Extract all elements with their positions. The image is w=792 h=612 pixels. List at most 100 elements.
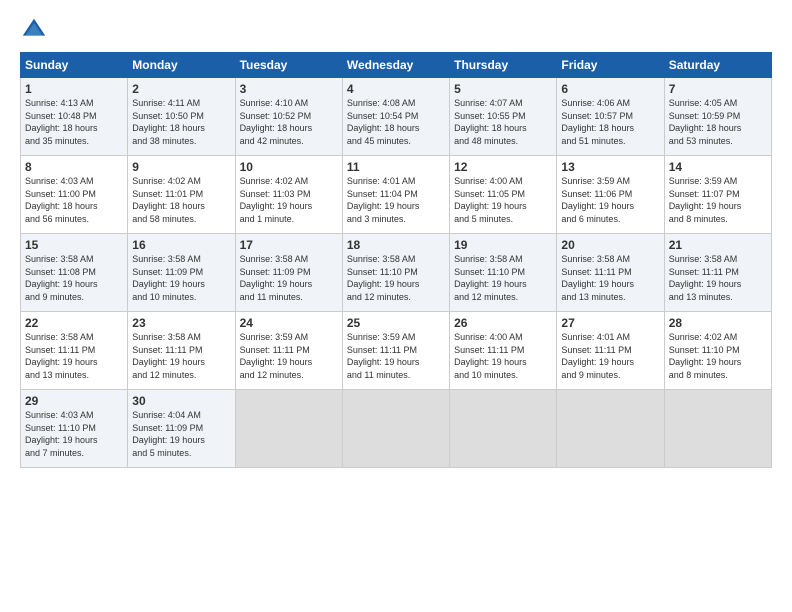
day-number: 21 — [669, 238, 767, 252]
calendar-cell: 16Sunrise: 3:58 AM Sunset: 11:09 PM Dayl… — [128, 234, 235, 312]
week-row-5: 29Sunrise: 4:03 AM Sunset: 11:10 PM Dayl… — [21, 390, 772, 468]
calendar-cell: 25Sunrise: 3:59 AM Sunset: 11:11 PM Dayl… — [342, 312, 449, 390]
week-row-3: 15Sunrise: 3:58 AM Sunset: 11:08 PM Dayl… — [21, 234, 772, 312]
day-info: Sunrise: 4:01 AM Sunset: 11:04 PM Daylig… — [347, 175, 445, 225]
calendar-cell: 19Sunrise: 3:58 AM Sunset: 11:10 PM Dayl… — [450, 234, 557, 312]
day-number: 22 — [25, 316, 123, 330]
day-info: Sunrise: 3:58 AM Sunset: 11:10 PM Daylig… — [347, 253, 445, 303]
day-number: 20 — [561, 238, 659, 252]
calendar-cell: 15Sunrise: 3:58 AM Sunset: 11:08 PM Dayl… — [21, 234, 128, 312]
day-info: Sunrise: 3:58 AM Sunset: 11:10 PM Daylig… — [454, 253, 552, 303]
calendar-cell: 23Sunrise: 3:58 AM Sunset: 11:11 PM Dayl… — [128, 312, 235, 390]
day-info: Sunrise: 3:58 AM Sunset: 11:08 PM Daylig… — [25, 253, 123, 303]
day-number: 5 — [454, 82, 552, 96]
calendar-cell: 26Sunrise: 4:00 AM Sunset: 11:11 PM Dayl… — [450, 312, 557, 390]
day-number: 13 — [561, 160, 659, 174]
day-number: 18 — [347, 238, 445, 252]
day-number: 6 — [561, 82, 659, 96]
calendar-cell: 4Sunrise: 4:08 AM Sunset: 10:54 PM Dayli… — [342, 78, 449, 156]
day-number: 17 — [240, 238, 338, 252]
logo-icon — [20, 16, 48, 44]
day-header-thursday: Thursday — [450, 53, 557, 78]
day-info: Sunrise: 3:58 AM Sunset: 11:09 PM Daylig… — [132, 253, 230, 303]
day-number: 7 — [669, 82, 767, 96]
day-header-tuesday: Tuesday — [235, 53, 342, 78]
day-number: 1 — [25, 82, 123, 96]
calendar-cell: 1Sunrise: 4:13 AM Sunset: 10:48 PM Dayli… — [21, 78, 128, 156]
day-info: Sunrise: 4:01 AM Sunset: 11:11 PM Daylig… — [561, 331, 659, 381]
day-info: Sunrise: 4:02 AM Sunset: 11:01 PM Daylig… — [132, 175, 230, 225]
day-info: Sunrise: 3:58 AM Sunset: 11:11 PM Daylig… — [561, 253, 659, 303]
calendar-cell: 27Sunrise: 4:01 AM Sunset: 11:11 PM Dayl… — [557, 312, 664, 390]
day-number: 3 — [240, 82, 338, 96]
day-number: 28 — [669, 316, 767, 330]
day-info: Sunrise: 4:00 AM Sunset: 11:11 PM Daylig… — [454, 331, 552, 381]
day-info: Sunrise: 4:10 AM Sunset: 10:52 PM Daylig… — [240, 97, 338, 147]
day-number: 19 — [454, 238, 552, 252]
calendar-cell: 5Sunrise: 4:07 AM Sunset: 10:55 PM Dayli… — [450, 78, 557, 156]
day-number: 27 — [561, 316, 659, 330]
day-number: 11 — [347, 160, 445, 174]
page: SundayMondayTuesdayWednesdayThursdayFrid… — [0, 0, 792, 612]
calendar-cell: 28Sunrise: 4:02 AM Sunset: 11:10 PM Dayl… — [664, 312, 771, 390]
day-info: Sunrise: 4:00 AM Sunset: 11:05 PM Daylig… — [454, 175, 552, 225]
day-number: 2 — [132, 82, 230, 96]
day-number: 30 — [132, 394, 230, 408]
calendar-cell: 10Sunrise: 4:02 AM Sunset: 11:03 PM Dayl… — [235, 156, 342, 234]
day-number: 29 — [25, 394, 123, 408]
calendar-cell: 9Sunrise: 4:02 AM Sunset: 11:01 PM Dayli… — [128, 156, 235, 234]
calendar-cell: 3Sunrise: 4:10 AM Sunset: 10:52 PM Dayli… — [235, 78, 342, 156]
day-number: 25 — [347, 316, 445, 330]
day-info: Sunrise: 4:02 AM Sunset: 11:03 PM Daylig… — [240, 175, 338, 225]
calendar-cell: 2Sunrise: 4:11 AM Sunset: 10:50 PM Dayli… — [128, 78, 235, 156]
calendar-cell — [235, 390, 342, 468]
calendar-cell: 12Sunrise: 4:00 AM Sunset: 11:05 PM Dayl… — [450, 156, 557, 234]
day-number: 15 — [25, 238, 123, 252]
week-row-2: 8Sunrise: 4:03 AM Sunset: 11:00 PM Dayli… — [21, 156, 772, 234]
calendar-cell: 13Sunrise: 3:59 AM Sunset: 11:06 PM Dayl… — [557, 156, 664, 234]
calendar-cell: 6Sunrise: 4:06 AM Sunset: 10:57 PM Dayli… — [557, 78, 664, 156]
day-info: Sunrise: 3:58 AM Sunset: 11:09 PM Daylig… — [240, 253, 338, 303]
day-info: Sunrise: 3:59 AM Sunset: 11:07 PM Daylig… — [669, 175, 767, 225]
day-number: 9 — [132, 160, 230, 174]
calendar-cell: 7Sunrise: 4:05 AM Sunset: 10:59 PM Dayli… — [664, 78, 771, 156]
day-header-sunday: Sunday — [21, 53, 128, 78]
day-info: Sunrise: 4:08 AM Sunset: 10:54 PM Daylig… — [347, 97, 445, 147]
day-number: 26 — [454, 316, 552, 330]
calendar-cell: 11Sunrise: 4:01 AM Sunset: 11:04 PM Dayl… — [342, 156, 449, 234]
calendar-cell: 8Sunrise: 4:03 AM Sunset: 11:00 PM Dayli… — [21, 156, 128, 234]
day-info: Sunrise: 3:59 AM Sunset: 11:11 PM Daylig… — [347, 331, 445, 381]
calendar-cell — [557, 390, 664, 468]
calendar-table: SundayMondayTuesdayWednesdayThursdayFrid… — [20, 52, 772, 468]
day-info: Sunrise: 4:06 AM Sunset: 10:57 PM Daylig… — [561, 97, 659, 147]
day-info: Sunrise: 3:59 AM Sunset: 11:11 PM Daylig… — [240, 331, 338, 381]
day-info: Sunrise: 3:58 AM Sunset: 11:11 PM Daylig… — [25, 331, 123, 381]
day-number: 23 — [132, 316, 230, 330]
day-number: 14 — [669, 160, 767, 174]
day-info: Sunrise: 4:02 AM Sunset: 11:10 PM Daylig… — [669, 331, 767, 381]
day-info: Sunrise: 3:58 AM Sunset: 11:11 PM Daylig… — [132, 331, 230, 381]
calendar-cell: 24Sunrise: 3:59 AM Sunset: 11:11 PM Dayl… — [235, 312, 342, 390]
calendar-cell — [342, 390, 449, 468]
day-info: Sunrise: 3:59 AM Sunset: 11:06 PM Daylig… — [561, 175, 659, 225]
calendar-cell: 21Sunrise: 3:58 AM Sunset: 11:11 PM Dayl… — [664, 234, 771, 312]
day-info: Sunrise: 3:58 AM Sunset: 11:11 PM Daylig… — [669, 253, 767, 303]
day-info: Sunrise: 4:11 AM Sunset: 10:50 PM Daylig… — [132, 97, 230, 147]
days-header-row: SundayMondayTuesdayWednesdayThursdayFrid… — [21, 53, 772, 78]
week-row-4: 22Sunrise: 3:58 AM Sunset: 11:11 PM Dayl… — [21, 312, 772, 390]
day-number: 16 — [132, 238, 230, 252]
day-number: 12 — [454, 160, 552, 174]
day-info: Sunrise: 4:13 AM Sunset: 10:48 PM Daylig… — [25, 97, 123, 147]
calendar-cell: 18Sunrise: 3:58 AM Sunset: 11:10 PM Dayl… — [342, 234, 449, 312]
calendar-cell: 22Sunrise: 3:58 AM Sunset: 11:11 PM Dayl… — [21, 312, 128, 390]
calendar-cell: 17Sunrise: 3:58 AM Sunset: 11:09 PM Dayl… — [235, 234, 342, 312]
calendar-cell — [450, 390, 557, 468]
day-header-saturday: Saturday — [664, 53, 771, 78]
day-info: Sunrise: 4:05 AM Sunset: 10:59 PM Daylig… — [669, 97, 767, 147]
calendar-cell: 20Sunrise: 3:58 AM Sunset: 11:11 PM Dayl… — [557, 234, 664, 312]
logo — [20, 16, 52, 44]
week-row-1: 1Sunrise: 4:13 AM Sunset: 10:48 PM Dayli… — [21, 78, 772, 156]
day-number: 24 — [240, 316, 338, 330]
day-header-monday: Monday — [128, 53, 235, 78]
day-header-wednesday: Wednesday — [342, 53, 449, 78]
